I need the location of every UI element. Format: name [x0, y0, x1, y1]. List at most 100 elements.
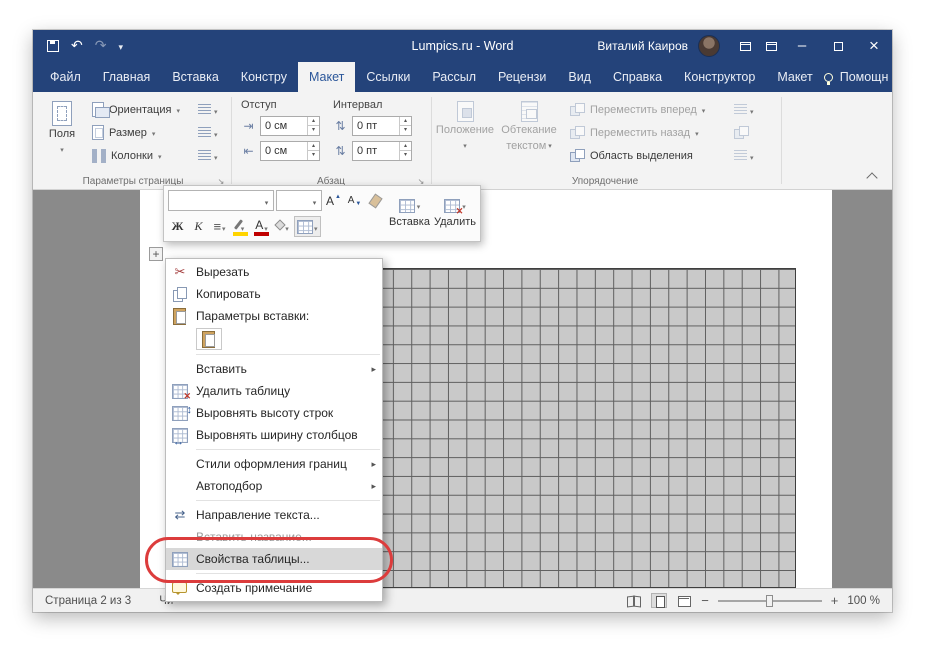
web-layout-button[interactable] — [676, 593, 692, 608]
format-painter-button[interactable] — [366, 190, 385, 211]
context-menu-item[interactable]: Создать примечание — [166, 577, 382, 599]
close-button[interactable] — [856, 30, 892, 62]
minimize-button[interactable] — [784, 30, 820, 62]
hyphenation-button[interactable] — [195, 144, 221, 167]
zoom-slider[interactable] — [717, 594, 822, 607]
ribbon-tab[interactable]: Главная — [92, 62, 162, 92]
ribbon-tab[interactable]: Вид — [557, 62, 602, 92]
ribbon-display-options-button[interactable] — [732, 30, 758, 62]
submenu-arrow-icon — [371, 364, 376, 375]
ribbon-tab[interactable]: Справка — [602, 62, 673, 92]
save-icon[interactable] — [47, 40, 59, 52]
ribbon-tab[interactable]: Конструктор — [673, 62, 766, 92]
spin-up-icon[interactable] — [308, 117, 319, 126]
shading-button[interactable] — [273, 216, 292, 237]
ribbon-tab[interactable]: Рецензи — [487, 62, 557, 92]
insert-table-button[interactable]: Вставка — [389, 188, 430, 239]
paint-bucket-icon — [274, 219, 286, 231]
menu-item-label: Копировать — [196, 287, 261, 301]
context-menu-item[interactable]: Выровнять высоту строк — [166, 402, 382, 424]
orientation-button[interactable]: Ориентация — [87, 98, 185, 121]
context-menu-item[interactable]: Вырезать — [166, 261, 382, 283]
user-name[interactable]: Виталий Каиров — [597, 39, 688, 53]
undo-icon[interactable] — [71, 37, 83, 55]
ribbon-tab-bar: Файл Главная Вставка Констру Макет Ссылки Расс… — [33, 62, 924, 92]
text-direction-icon — [170, 506, 190, 524]
context-menu-item[interactable]: Копировать — [166, 283, 382, 305]
zoom-out-button[interactable] — [701, 593, 709, 608]
customize-toolbar-chevron-icon[interactable] — [118, 37, 123, 55]
ribbon-tab[interactable]: Рассыл — [421, 62, 487, 92]
context-menu-item[interactable]: Вставить — [166, 358, 382, 380]
arrow-up-icon — [335, 194, 341, 200]
alignment-button[interactable] — [210, 216, 229, 237]
page-size-button[interactable]: Размер — [87, 121, 185, 144]
menu-separator — [196, 500, 380, 501]
font-color-button[interactable]: А — [252, 216, 271, 237]
chevron-down-icon — [176, 104, 180, 116]
line-numbers-button[interactable] — [195, 121, 221, 144]
chevron-down-icon — [417, 200, 421, 212]
font-name-combo[interactable] — [168, 190, 274, 211]
ribbon-tab[interactable]: Файл — [39, 62, 92, 92]
columns-button[interactable]: Колонки — [87, 144, 185, 167]
ribbon-tab[interactable]: Макет — [766, 62, 823, 92]
context-menu-item[interactable]: Выровнять ширину столбцов — [166, 424, 382, 448]
window-options-button[interactable] — [758, 30, 784, 62]
highlight-color-button[interactable] — [231, 216, 250, 237]
zoom-level[interactable]: 100 % — [847, 595, 880, 607]
spacing-after-spinner[interactable]: 0 пт — [352, 140, 412, 161]
breaks-button[interactable] — [195, 98, 221, 121]
borders-button[interactable] — [294, 216, 321, 237]
zoom-slider-thumb[interactable] — [765, 594, 773, 607]
maximize-button[interactable] — [820, 30, 856, 62]
arrange-button[interactable]: Область выделения — [565, 144, 710, 167]
spin-down-icon[interactable] — [308, 126, 319, 135]
italic-button[interactable]: К — [189, 216, 208, 237]
margins-button[interactable]: Поля — [41, 96, 83, 157]
context-menu-item[interactable]: Стили оформления границ — [166, 453, 382, 475]
spacing-before-icon — [333, 119, 348, 133]
spin-down-icon[interactable] — [400, 151, 411, 160]
ribbon-tab[interactable]: Ссылки — [355, 62, 421, 92]
spacing-before-spinner[interactable]: 0 пт — [352, 115, 412, 136]
context-menu-item[interactable]: Параметры вставки: — [166, 305, 382, 327]
spin-up-icon[interactable] — [400, 142, 411, 151]
context-menu-item[interactable]: Удалить таблицу — [166, 380, 382, 402]
shrink-font-button[interactable]: А — [345, 190, 364, 211]
spin-down-icon[interactable] — [400, 126, 411, 135]
spin-up-icon[interactable] — [400, 117, 411, 126]
bold-button[interactable]: Ж — [168, 216, 187, 237]
table-move-handle[interactable] — [149, 247, 163, 261]
context-menu-item[interactable]: Вставить название... — [166, 526, 382, 548]
ribbon-tab[interactable]: Констру — [230, 62, 298, 92]
context-menu-item[interactable]: Направление текста... — [166, 504, 382, 526]
menu-item-label: Параметры вставки: — [196, 309, 310, 323]
paste-option-icon[interactable] — [196, 328, 222, 350]
read-mode-button[interactable] — [626, 593, 642, 608]
page-number-status[interactable]: Страница 2 из 3 — [45, 595, 131, 607]
avatar[interactable] — [698, 35, 720, 57]
ribbon-tab[interactable]: Вставка — [161, 62, 229, 92]
indent-right-spinner[interactable]: 0 см — [260, 140, 320, 161]
tab-help[interactable]: Помощн — [840, 70, 889, 84]
indent-left-spinner[interactable]: 0 см — [260, 115, 320, 136]
position-button: Положение — [435, 96, 495, 153]
delete-table-button[interactable]: Удалить — [434, 188, 476, 239]
empty-icon-slot — [170, 455, 190, 473]
print-layout-button[interactable] — [651, 593, 668, 608]
zoom-in-button[interactable] — [831, 593, 839, 608]
delete-label: Удалить — [434, 216, 476, 228]
spin-up-icon[interactable] — [308, 142, 319, 151]
font-size-combo[interactable] — [276, 190, 322, 211]
spin-down-icon[interactable] — [308, 151, 319, 160]
chevron-down-icon — [695, 127, 699, 139]
indent-title: Отступ — [241, 98, 277, 111]
format-painter-icon — [368, 193, 383, 208]
collapse-ribbon-button[interactable] — [864, 169, 880, 183]
context-menu-item[interactable]: Автоподбор — [166, 475, 382, 497]
context-menu-item[interactable]: Свойства таблицы... — [166, 548, 382, 570]
grow-font-button[interactable]: А — [324, 190, 343, 211]
chevron-down-icon — [260, 192, 273, 210]
ribbon-tab[interactable]: Макет — [297, 62, 356, 92]
